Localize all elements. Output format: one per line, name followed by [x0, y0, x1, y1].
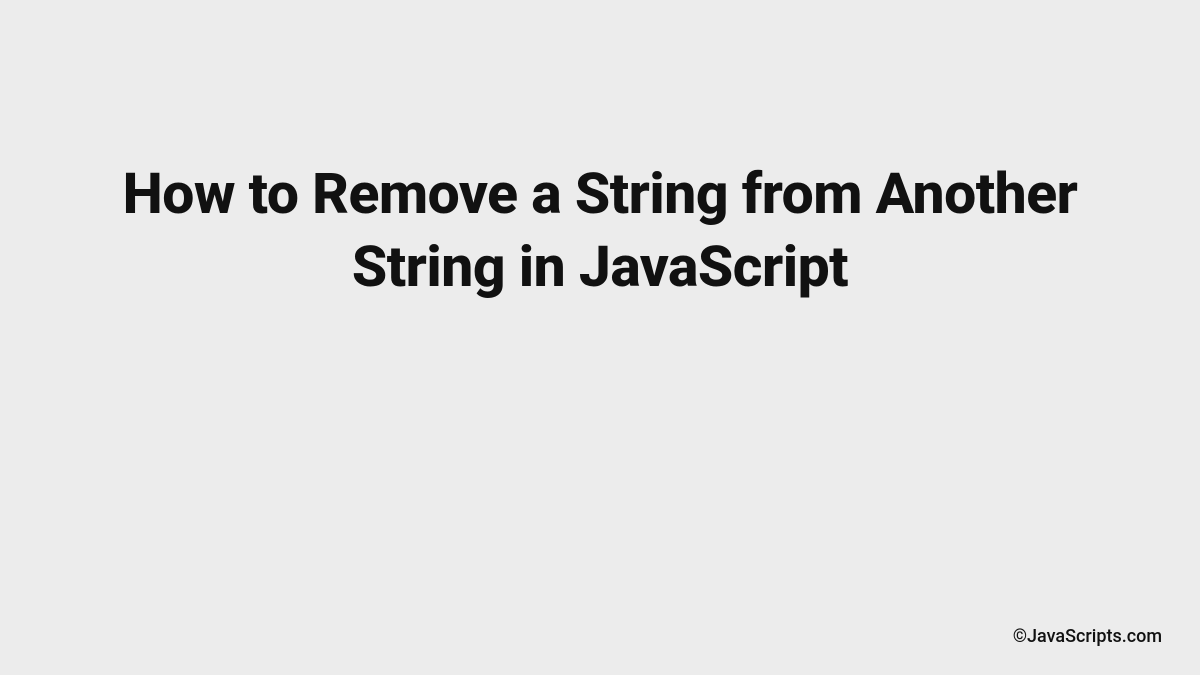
page-title: How to Remove a String from Another Stri…: [0, 158, 1200, 304]
footer-credit: ©JavaScripts.com: [1013, 626, 1162, 647]
